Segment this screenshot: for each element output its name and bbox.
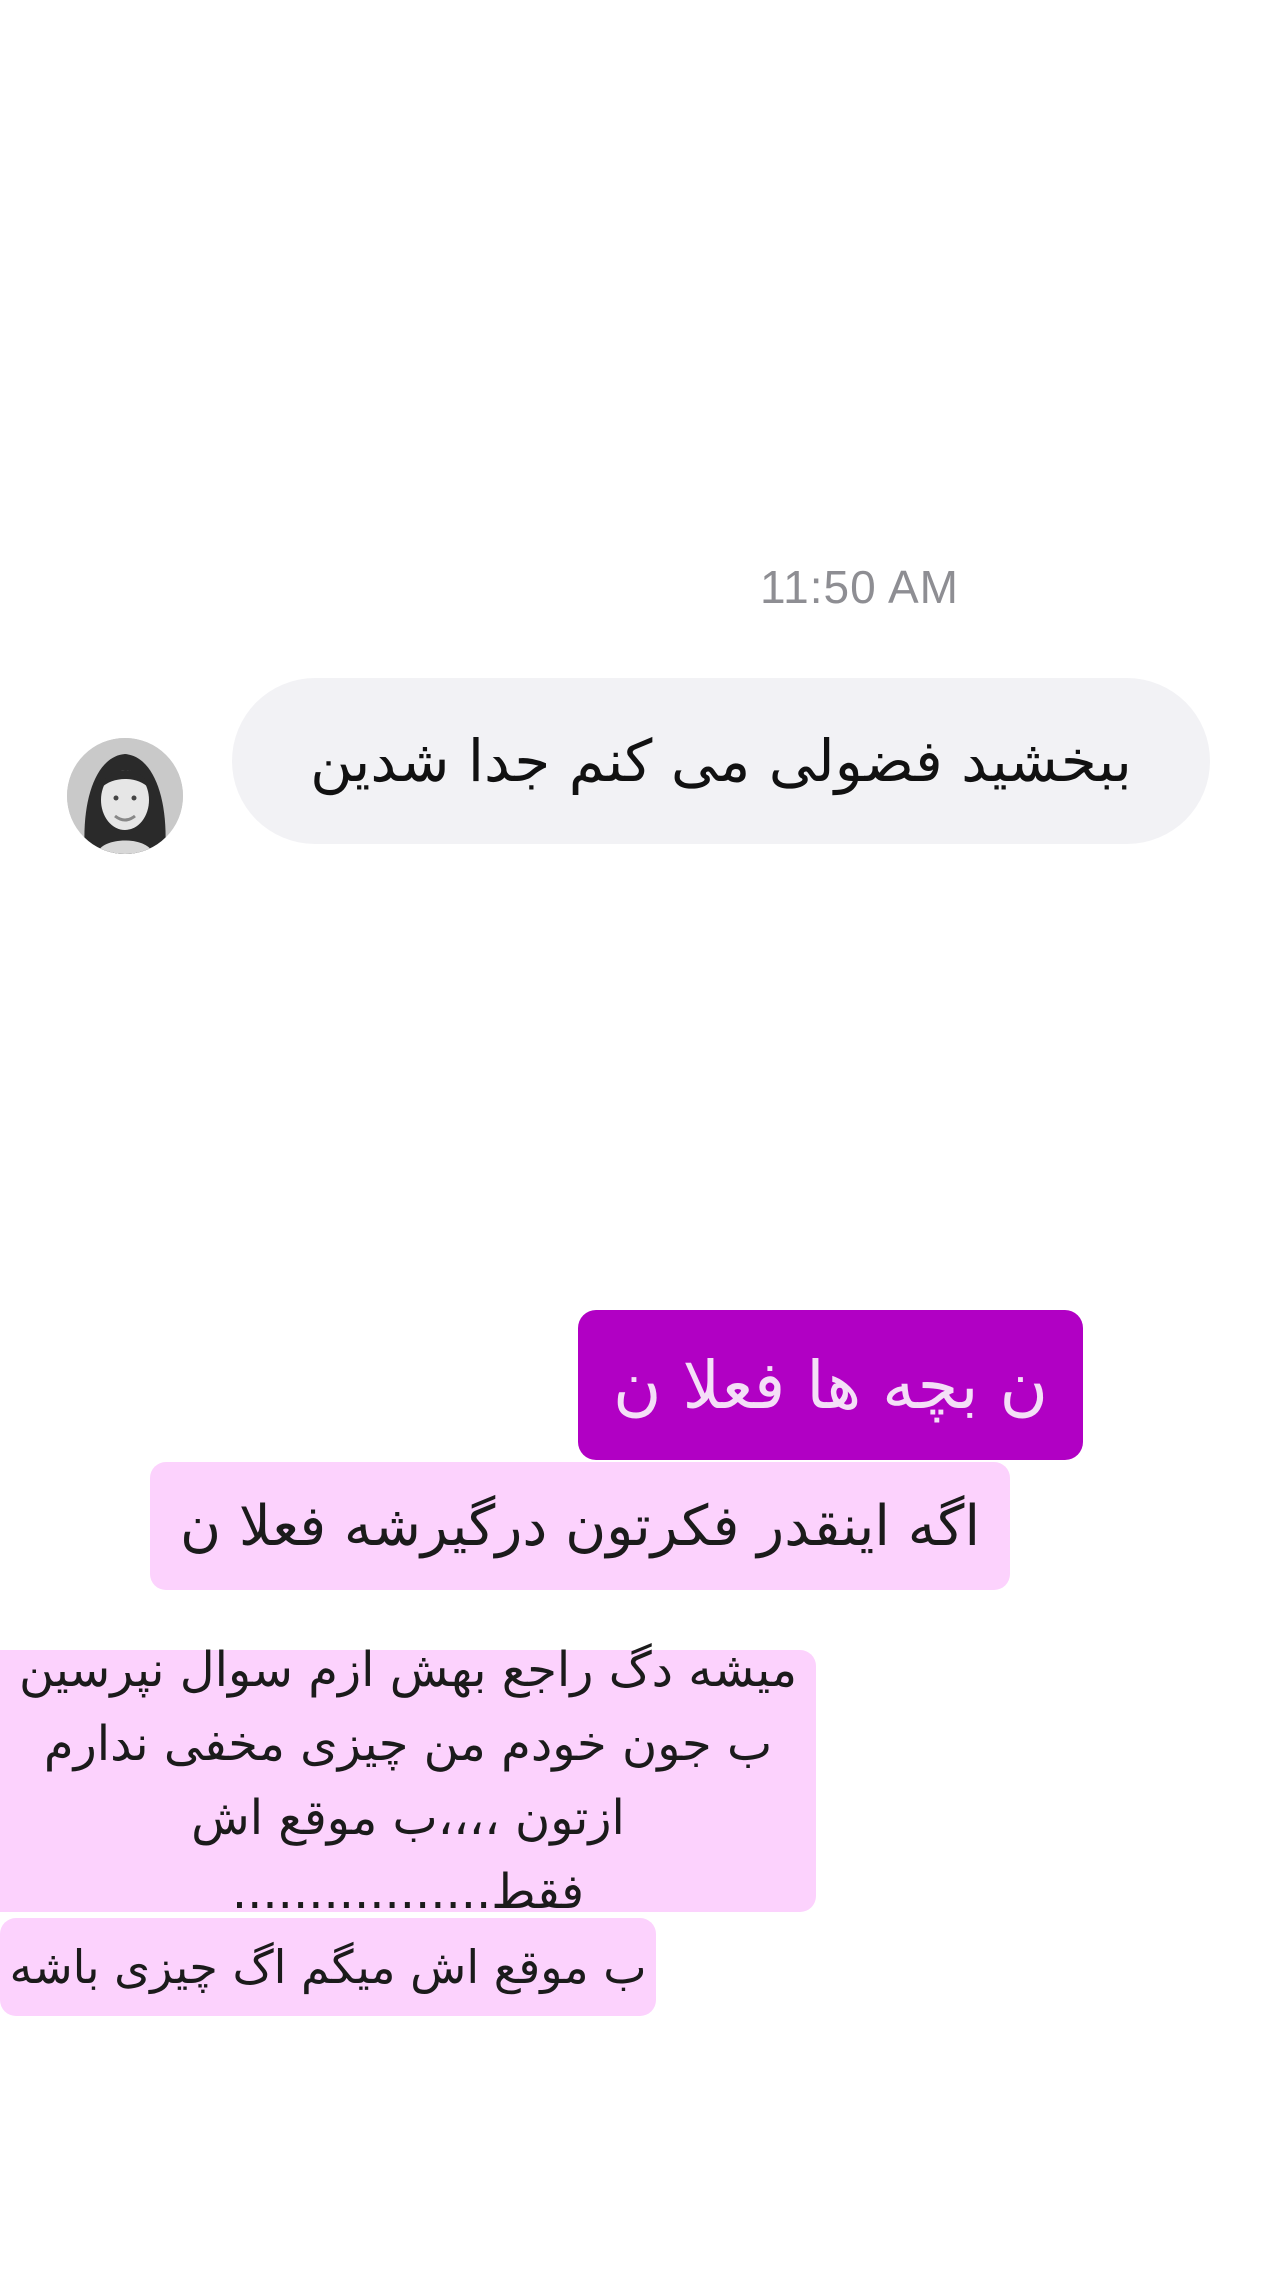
- text-sticker[interactable]: میشه دگ راجع بهش ازم سوال نپرسین ب جون خ…: [0, 1642, 816, 1920]
- message-timestamp: 11:50 AM: [760, 561, 959, 613]
- text-sticker[interactable]: اگه اینقدر فکرتون درگیرشه فعلا ن: [150, 1462, 1010, 1590]
- incoming-message-text: ببخشید فضولی می کنم جدا شدین: [310, 727, 1132, 795]
- incoming-message-bubble[interactable]: ببخشید فضولی می کنم جدا شدین: [232, 678, 1210, 844]
- sender-avatar[interactable]: [67, 738, 183, 854]
- text-sticker[interactable]: ب موقع اش میگم اگ چیزی باشه: [0, 1918, 656, 2016]
- profile-photo-icon: [67, 738, 183, 854]
- text-sticker[interactable]: ن بچه ها فعلا ن: [578, 1310, 1083, 1460]
